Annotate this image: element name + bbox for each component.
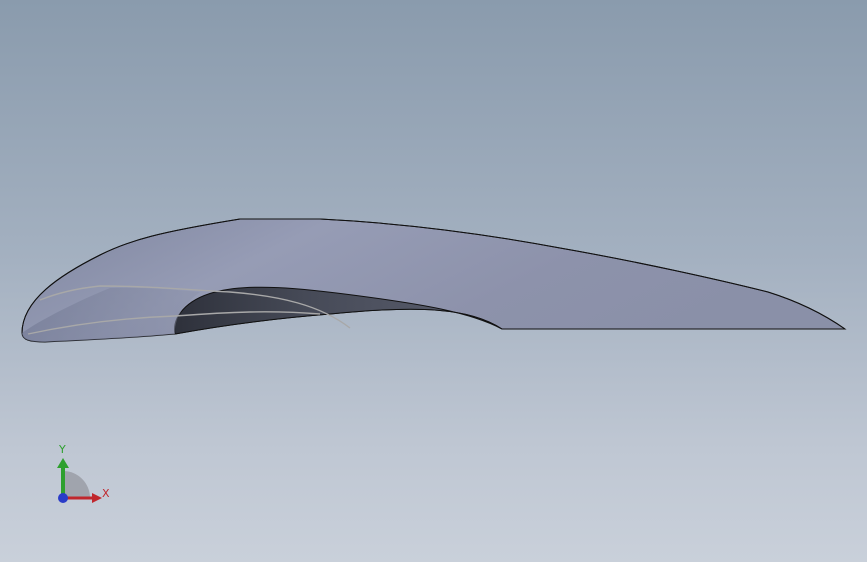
axis-triad: Y X <box>40 438 130 518</box>
3d-model[interactable] <box>0 0 867 562</box>
y-arrow-icon <box>57 458 69 468</box>
axis-triad-graphic <box>57 458 102 503</box>
y-axis-label: Y <box>59 443 66 456</box>
z-axis-icon <box>58 493 68 503</box>
triad-plane-icon <box>63 471 90 498</box>
x-axis-label: X <box>102 487 110 500</box>
x-arrow-icon <box>92 493 102 503</box>
graphics-viewport[interactable]: Y X <box>0 0 867 562</box>
